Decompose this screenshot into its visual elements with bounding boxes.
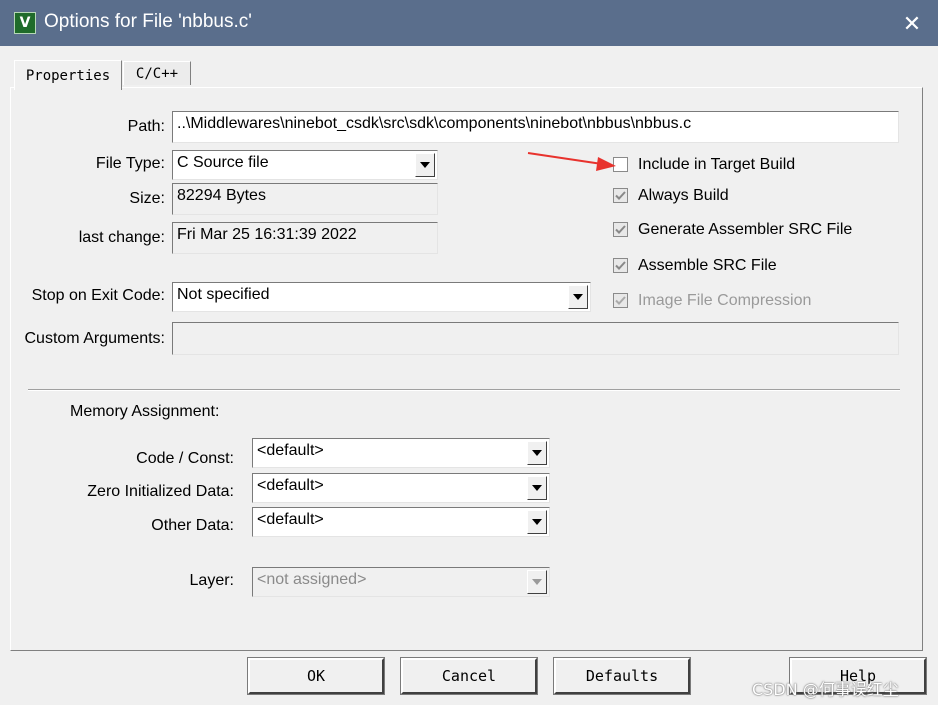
window-title: Options for File 'nbbus.c' xyxy=(44,11,252,32)
watermark: CSDN @何事误红尘 xyxy=(752,680,899,699)
close-icon[interactable]: ✕ xyxy=(896,10,928,38)
defaults-button[interactable]: Defaults xyxy=(553,657,691,695)
title-bar: V Options for File 'nbbus.c' ✕ xyxy=(0,0,938,46)
tab-properties[interactable]: Properties xyxy=(14,60,122,90)
cancel-button[interactable]: Cancel xyxy=(400,657,538,695)
ok-button[interactable]: OK xyxy=(247,657,385,695)
dialog-client: Properties C/C++ xyxy=(0,46,938,705)
tab-c-cpp[interactable]: C/C++ xyxy=(123,61,191,85)
properties-panel xyxy=(10,87,923,651)
keil-uvision-icon: V xyxy=(14,12,36,34)
